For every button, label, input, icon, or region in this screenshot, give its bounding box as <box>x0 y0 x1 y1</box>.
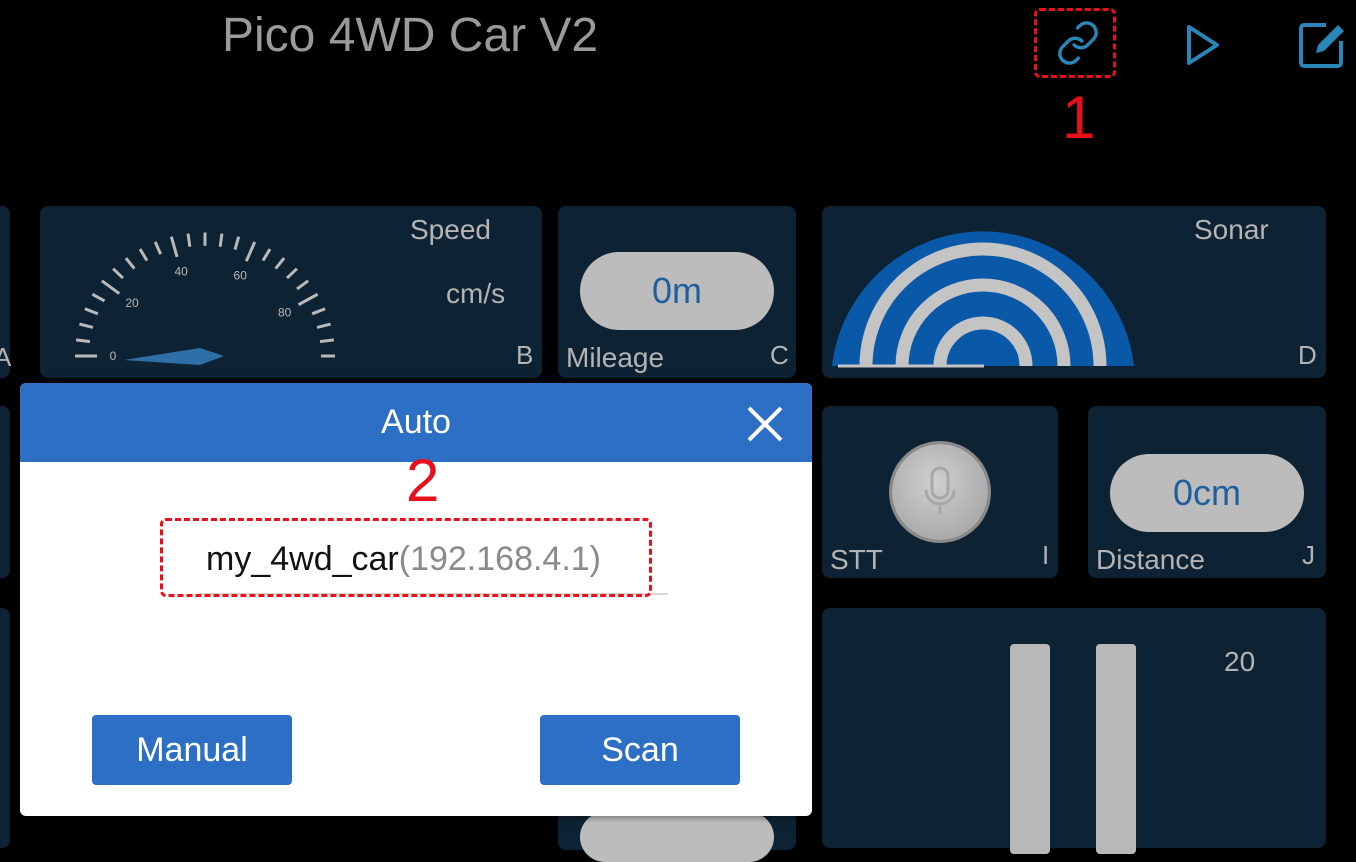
gauge-tick <box>218 233 224 247</box>
gauge-tick <box>138 248 149 262</box>
gauge-tick-label: 0 <box>110 349 117 363</box>
sonar-label: Sonar <box>1194 214 1269 245</box>
microphone-icon[interactable] <box>892 444 988 540</box>
gauge-tick <box>261 248 272 262</box>
manual-button[interactable]: Manual <box>92 715 292 785</box>
gauge-tick <box>79 322 94 329</box>
gauge-tick <box>84 307 99 316</box>
gauge-tick <box>311 307 326 316</box>
speedometer-gauge: 0 20 40 60 80 <box>75 232 335 365</box>
gauge-tick <box>124 257 136 270</box>
distance-widget: 0cm Distance J <box>1088 406 1326 578</box>
gauge-tick <box>91 292 106 303</box>
speed-unit: cm/s <box>446 278 506 309</box>
widget-letter-i: I <box>1042 540 1050 570</box>
stt-label: STT <box>830 544 883 575</box>
widget-letter-a: A <box>0 342 12 372</box>
switch-toggle[interactable] <box>580 812 774 862</box>
widget-k-partial <box>0 608 10 848</box>
slider-track-right[interactable] <box>1096 644 1136 854</box>
gauge-tick-label: 80 <box>278 305 292 319</box>
gauge-tick <box>296 279 310 291</box>
play-icon[interactable] <box>1174 17 1230 73</box>
gauge-tick <box>169 236 179 258</box>
gauge-tick <box>100 279 121 295</box>
slider-value: 20 <box>1224 646 1256 677</box>
speed-label: Speed <box>410 214 491 245</box>
edit-icon[interactable] <box>1294 17 1350 73</box>
speed-needle <box>124 348 224 365</box>
speed-widget: 0 20 40 60 80 Speed cm/s B <box>40 206 542 378</box>
annotation-box-2 <box>160 518 652 597</box>
gauge-tick <box>233 236 241 250</box>
slider-track-left[interactable] <box>1010 644 1050 854</box>
mileage-label: Mileage <box>566 342 665 373</box>
annotation-number-1: 1 <box>1062 84 1096 151</box>
annotation-number-2: 2 <box>406 447 440 514</box>
widget-letter-j: J <box>1302 540 1315 570</box>
widget-letter-c: C <box>770 340 789 370</box>
gauge-tick-label: 60 <box>234 268 248 282</box>
close-icon[interactable] <box>740 399 790 449</box>
gauge-tick-label: 40 <box>175 265 189 279</box>
gauge-tick <box>274 257 286 270</box>
widget-letter-d: D <box>1298 340 1317 370</box>
widget-f-partial <box>0 406 10 578</box>
gauge-tick <box>316 322 331 329</box>
gauge-tick <box>75 338 91 344</box>
connection-dialog: Auto 2 my_4wd_car (192.168.4.1) Manual Sc… <box>20 383 812 816</box>
gauge-tick <box>112 267 125 280</box>
app-title: Pico 4WD Car V2 <box>222 9 599 62</box>
gauge-tick <box>186 233 192 247</box>
slider-widget: 20 <box>822 608 1326 854</box>
link-icon[interactable] <box>1050 15 1106 71</box>
gauge-tick <box>319 338 335 344</box>
distance-label: Distance <box>1096 544 1205 575</box>
gauge-tick <box>244 241 257 262</box>
stt-widget: STT I <box>822 406 1058 578</box>
distance-value: 0cm <box>1110 454 1304 532</box>
gauge-tick <box>297 292 319 307</box>
mileage-widget: 0m Mileage C <box>558 206 796 378</box>
sonar-widget: Sonar D <box>822 206 1326 378</box>
gauge-tick <box>285 267 298 280</box>
gauge-tick-label: 20 <box>125 296 139 310</box>
mileage-value: 0m <box>580 252 774 330</box>
gauge-tick <box>153 241 162 255</box>
sonar-radar-icon <box>832 231 1134 368</box>
scan-button[interactable]: Scan <box>540 715 740 785</box>
widget-letter-b: B <box>516 340 534 370</box>
